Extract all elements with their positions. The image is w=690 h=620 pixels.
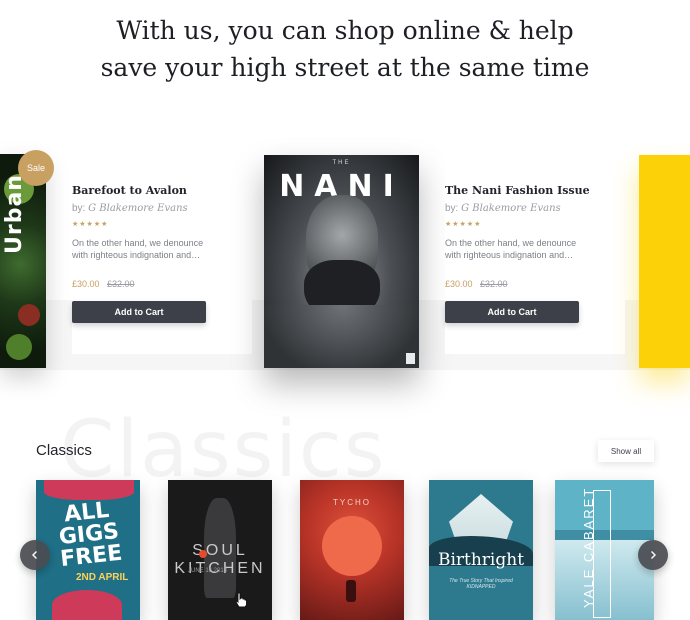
section-title: Classics <box>36 442 92 459</box>
cover-title: Birthright <box>437 550 525 570</box>
product-price: £30.00 <box>72 279 100 289</box>
cover-shape <box>44 480 134 500</box>
classic-book-birthright[interactable]: Birthright The True Story That Inspired … <box>429 480 533 620</box>
ship-icon <box>449 494 513 540</box>
add-to-cart-button[interactable]: Add to Cart <box>72 301 206 323</box>
product-author-line: by: G Blakemore Evans <box>445 203 561 214</box>
hero-line-1: With us, you can shop online & help <box>116 16 574 45</box>
product-title[interactable]: The Nani Fashion Issue <box>445 184 590 197</box>
rating-stars: ★★★★★ <box>445 221 482 228</box>
classic-book-all-gigs-free[interactable]: ALL GIGS FREE 2ND APRIL <box>36 480 140 620</box>
book-cover-nani[interactable]: THE NANI <box>264 155 419 368</box>
product-old-price: £32.00 <box>480 279 508 289</box>
heart-icon <box>199 550 207 558</box>
product-title[interactable]: Barefoot to Avalon <box>72 184 187 197</box>
cover-date: 2ND APRIL <box>76 572 129 583</box>
carousel-prev-button[interactable] <box>20 540 50 570</box>
cover-leaf-shape <box>6 334 32 360</box>
hero-heading: With us, you can shop online & help save… <box>0 12 690 86</box>
cover-sun-shape <box>322 516 382 576</box>
cover-shape <box>52 590 122 620</box>
product-old-price: £32.00 <box>107 279 135 289</box>
cover-title: YALE CABARET <box>581 486 596 608</box>
cover-title: TYCHO <box>333 498 371 507</box>
product-card-barefoot: Barefoot to Avalon by: G Blakemore Evans… <box>72 154 252 354</box>
show-all-button[interactable]: Show all <box>598 440 654 462</box>
chevron-right-icon <box>651 551 656 559</box>
rating-stars: ★★★★★ <box>72 221 109 228</box>
cover-subtitle: JUNE 16 2013 <box>188 568 228 574</box>
carousel-next-button[interactable] <box>638 540 668 570</box>
cover-barcode-icon <box>406 353 415 364</box>
hand-cursor-icon <box>235 592 247 608</box>
sale-badge: Sale <box>18 150 54 186</box>
chevron-left-icon <box>32 551 37 559</box>
product-description: On the other hand, we denounce with righ… <box>72 238 204 260</box>
book-cover-left[interactable]: Urban <box>0 154 46 368</box>
cover-figure <box>346 580 356 602</box>
product-author[interactable]: G Blakemore Evans <box>88 203 188 214</box>
cover-subtitle: The True Story That Inspired KIDNAPPED <box>449 578 513 590</box>
product-description: On the other hand, we denounce with righ… <box>445 238 577 260</box>
product-card-nani: The Nani Fashion Issue by: G Blakemore E… <box>445 154 625 354</box>
hero-line-2: save your high street at the same time <box>100 53 590 82</box>
cover-portrait-body <box>264 305 419 368</box>
classic-book-tycho[interactable]: TYCHO <box>300 480 404 620</box>
add-to-cart-button[interactable]: Add to Cart <box>445 301 579 323</box>
cover-title: ALL GIGS FREE <box>41 497 137 572</box>
product-author-line: by: G Blakemore Evans <box>72 203 188 214</box>
cover-berry-shape <box>18 304 40 326</box>
left-cover-title: Urban <box>2 174 27 254</box>
by-label: by: <box>72 203 86 214</box>
book-cover-right[interactable] <box>639 155 690 368</box>
cover-kicker: THE <box>332 160 351 166</box>
product-author[interactable]: G Blakemore Evans <box>461 203 561 214</box>
product-price: £30.00 <box>445 279 473 289</box>
classic-book-soul-kitchen[interactable]: SOUL KITCHEN JUNE 16 2013 <box>168 480 272 620</box>
by-label: by: <box>445 203 459 214</box>
